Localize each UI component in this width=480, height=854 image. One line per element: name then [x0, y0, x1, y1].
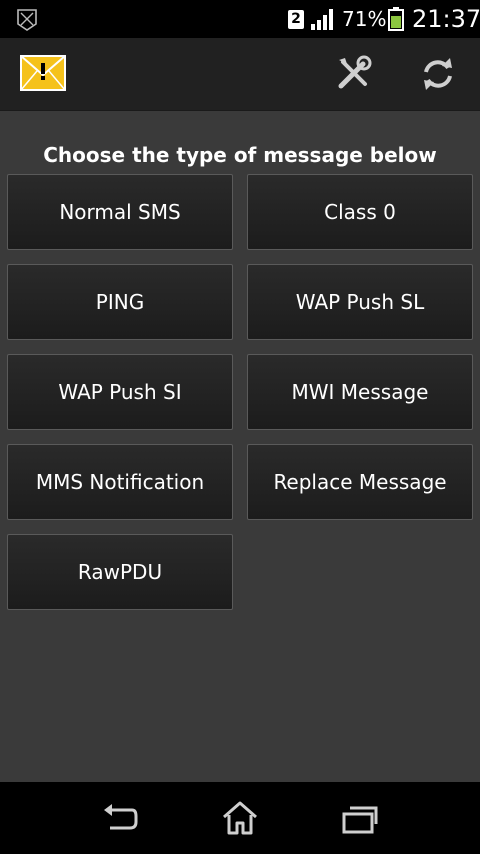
home-icon[interactable]	[220, 799, 260, 837]
tools-icon[interactable]	[333, 54, 373, 94]
refresh-icon[interactable]	[418, 54, 458, 94]
class-0-button[interactable]: Class 0	[247, 174, 473, 250]
normal-sms-button[interactable]: Normal SMS	[7, 174, 233, 250]
battery-percent: 71%	[342, 7, 387, 31]
mms-notification-button[interactable]: MMS Notification	[7, 444, 233, 520]
sms-warning-envelope-icon	[20, 55, 66, 91]
mwi-message-button[interactable]: MWI Message	[247, 354, 473, 430]
message-type-panel: Choose the type of message below Normal …	[0, 111, 480, 782]
clock: 21:37	[412, 5, 480, 33]
rawpdu-button[interactable]: RawPDU	[7, 534, 233, 610]
ping-button[interactable]: PING	[7, 264, 233, 340]
navigation-bar	[0, 782, 480, 854]
signal-bars-icon	[311, 9, 333, 30]
prompt-text: Choose the type of message below	[43, 143, 437, 167]
battery-icon	[388, 7, 404, 31]
shield-notification-icon	[17, 9, 37, 31]
wap-push-si-button[interactable]: WAP Push SI	[7, 354, 233, 430]
action-bar	[0, 38, 480, 111]
recent-apps-icon[interactable]	[340, 802, 380, 836]
replace-message-button[interactable]: Replace Message	[247, 444, 473, 520]
sim-slot-badge: 2	[288, 10, 304, 29]
wap-push-sl-button[interactable]: WAP Push SL	[247, 264, 473, 340]
back-icon[interactable]	[100, 802, 140, 836]
status-bar: 2 71% 21:37	[0, 0, 480, 38]
